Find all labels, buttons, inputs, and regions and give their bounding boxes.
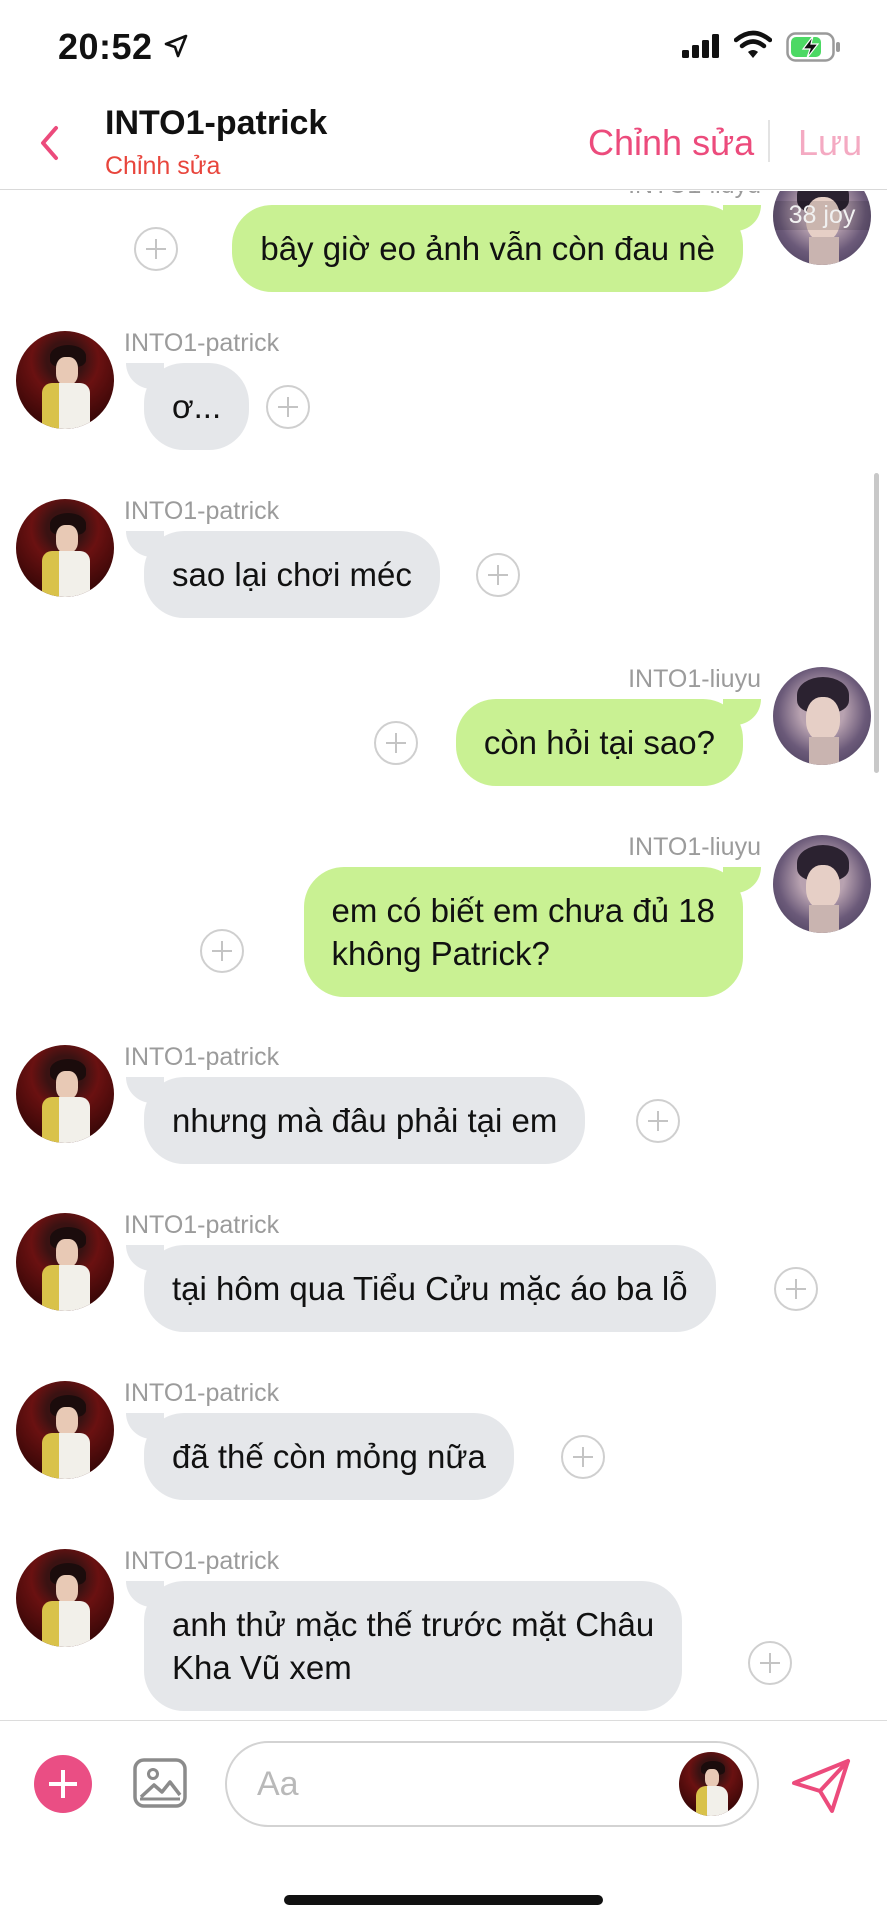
header-divider [768,120,770,162]
home-indicator[interactable] [284,1895,603,1905]
avatar-patrick[interactable] [16,499,114,597]
avatar-patrick[interactable] [16,1381,114,1479]
avatar-badge: 38 joy [773,201,871,230]
add-reaction-button[interactable] [200,929,244,973]
add-reaction-button[interactable] [134,227,178,271]
message-composer [0,1720,887,1920]
message-bubble[interactable]: bây giờ eo ảnh vẫn còn đau nè [232,205,761,292]
chat-title: INTO1-patrick [105,104,328,142]
avatar-liuyu[interactable] [773,667,871,765]
message-input-wrapper [225,1741,759,1827]
sender-name: INTO1-liuyu [628,833,761,861]
send-icon[interactable] [790,1757,852,1815]
avatar-patrick[interactable] [16,331,114,429]
sender-name: INTO1-liuyu [628,665,761,693]
avatar-patrick[interactable] [16,1213,114,1311]
sender-name: INTO1-patrick [124,1211,280,1239]
avatar-patrick[interactable] [16,1045,114,1143]
message-bubble[interactable]: anh thử mặc thế trước mặt Châu Kha Vũ xe… [125,1581,683,1711]
back-chevron-icon[interactable] [30,118,70,168]
add-reaction-button[interactable] [636,1099,680,1143]
cellular-signal-icon [682,34,719,58]
edit-button[interactable]: Chỉnh sửa [588,122,754,164]
sender-name: INTO1-patrick [124,497,280,525]
avatar-patrick[interactable] [16,1549,114,1647]
add-reaction-button[interactable] [476,553,520,597]
location-arrow-icon [164,34,188,58]
add-reaction-button[interactable] [774,1267,818,1311]
battery-charging-icon [786,32,840,62]
add-reaction-button[interactable] [561,1435,605,1479]
add-reaction-button[interactable] [748,1641,792,1685]
add-reaction-button[interactable] [266,385,310,429]
sender-name: INTO1-patrick [124,1547,280,1575]
chat-subtitle[interactable]: Chỉnh sửa [105,152,220,181]
status-time: 20:52 [58,26,153,67]
image-gallery-icon[interactable] [132,1757,188,1809]
message-bubble[interactable]: sao lại chơi méc [126,531,440,618]
sender-name: INTO1-patrick [124,329,280,357]
save-button[interactable]: Lưu [798,122,862,164]
message-bubble[interactable]: nhưng mà đâu phải tại em [125,1077,586,1164]
sender-name: INTO1-patrick [124,1043,280,1071]
sender-name: INTO1-patrick [124,1379,280,1407]
message-bubble[interactable]: ơ... [125,363,250,450]
message-list[interactable]: INTO1-liuyu 38 joy bây giờ eo ảnh vẫn cò… [0,191,887,1719]
add-attachment-button[interactable] [34,1755,92,1813]
status-bar: 20:52 [0,0,887,100]
avatar-liuyu[interactable]: 38 joy [773,191,871,265]
message-bubble[interactable]: tại hôm qua Tiểu Cửu mặc áo ba lỗ [126,1245,716,1332]
wifi-icon [734,30,772,58]
message-bubble[interactable]: em có biết em chưa đủ 18 không Patrick? [303,867,762,997]
scrollbar[interactable] [874,473,879,773]
message-input[interactable] [257,1761,637,1807]
sender-name: INTO1-liuyu [628,191,761,200]
avatar-liuyu[interactable] [773,835,871,933]
sender-avatar-selector[interactable] [679,1752,743,1816]
add-reaction-button[interactable] [374,721,418,765]
message-bubble[interactable]: đã thế còn mỏng nữa [126,1413,514,1500]
chat-header: INTO1-patrick Chỉnh sửa Chỉnh sửa Lưu [0,100,887,190]
message-bubble[interactable]: còn hỏi tại sao? [455,699,762,786]
